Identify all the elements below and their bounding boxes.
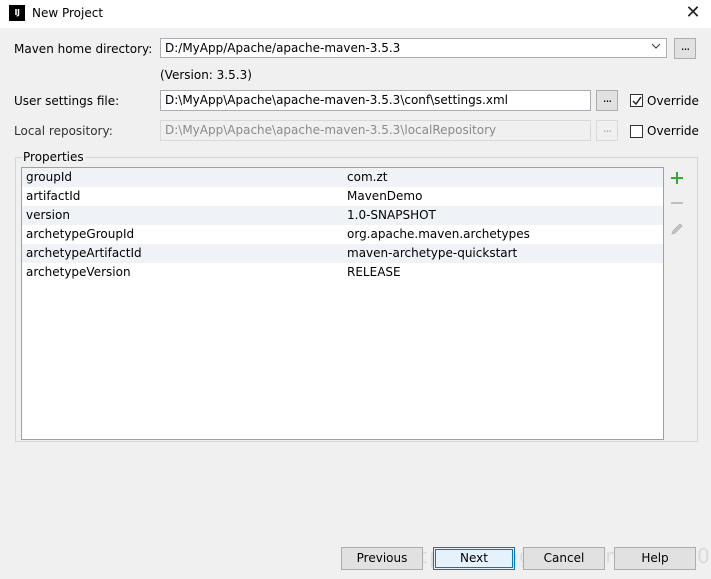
table-row[interactable]: artifactId MavenDemo <box>22 187 663 206</box>
property-value: MavenDemo <box>347 189 423 203</box>
table-row[interactable]: groupId com.zt <box>22 168 663 187</box>
window-title: New Project <box>32 6 104 20</box>
property-value: org.apache.maven.archetypes <box>347 227 530 241</box>
plus-icon[interactable] <box>667 171 687 191</box>
user-settings-field[interactable]: D:\MyApp\Apache\apache-maven-3.5.3\conf\… <box>160 90 591 111</box>
property-value: maven-archetype-quickstart <box>347 246 518 260</box>
table-row[interactable]: archetypeGroupId org.apache.maven.archet… <box>22 225 663 244</box>
minus-icon[interactable] <box>667 196 687 216</box>
property-value: com.zt <box>347 170 388 184</box>
close-icon[interactable]: ✕ <box>681 2 705 26</box>
previous-button-label: Previous <box>356 551 408 565</box>
maven-home-browse-button[interactable]: ... <box>674 38 696 59</box>
local-repo-label: Local repository: <box>14 124 113 138</box>
table-row[interactable]: version 1.0-SNAPSHOT <box>22 206 663 225</box>
property-key: archetypeArtifactId <box>26 246 142 260</box>
maven-home-label-text: Maven home directory: <box>14 42 153 56</box>
maven-version-text: (Version: 3.5.3) <box>160 68 252 82</box>
previous-button[interactable]: Previous <box>341 547 423 570</box>
title-bar: IJ New Project ✕ <box>0 0 711 28</box>
cancel-button-label: Cancel <box>543 551 585 565</box>
next-button[interactable]: Next <box>433 547 515 570</box>
maven-home-combobox[interactable]: D:/MyApp/Apache/apache-maven-3.5.3 <box>160 38 667 58</box>
properties-title: Properties <box>22 150 85 164</box>
local-repo-field[interactable]: D:\MyApp\Apache\apache-maven-3.5.3\local… <box>160 120 591 141</box>
property-key: archetypeVersion <box>26 265 131 279</box>
intellij-app-icon: IJ <box>9 5 25 21</box>
help-button-label: Help <box>641 551 669 565</box>
user-settings-label: User settings file: <box>14 94 120 108</box>
property-value: RELEASE <box>347 265 401 279</box>
property-key: version <box>26 208 70 222</box>
user-settings-value: D:\MyApp\Apache\apache-maven-3.5.3\conf\… <box>165 93 508 107</box>
checkmark-icon <box>632 96 642 106</box>
properties-table[interactable]: groupId com.zt artifactId MavenDemo vers… <box>21 167 664 440</box>
local-repo-override-checkbox[interactable] <box>630 125 643 138</box>
user-settings-override-checkbox[interactable] <box>630 94 643 107</box>
property-key: archetypeGroupId <box>26 227 135 241</box>
user-settings-override-label: Override <box>647 94 699 108</box>
property-value: 1.0-SNAPSHOT <box>347 208 436 222</box>
help-button[interactable]: Help <box>614 547 696 570</box>
property-key: groupId <box>26 170 73 184</box>
chevron-down-icon[interactable] <box>649 39 663 57</box>
cancel-button[interactable]: Cancel <box>523 547 605 570</box>
table-row[interactable]: archetypeVersion RELEASE <box>22 263 663 282</box>
maven-home-value: D:/MyApp/Apache/apache-maven-3.5.3 <box>165 41 401 55</box>
next-button-label: Next <box>460 551 488 565</box>
table-row[interactable]: archetypeArtifactId maven-archetype-quic… <box>22 244 663 263</box>
property-key: artifactId <box>26 189 81 203</box>
pencil-icon[interactable] <box>667 222 687 242</box>
local-repo-override-label: Override <box>647 124 699 138</box>
maven-home-label: Maven home directory: <box>14 42 152 56</box>
local-repo-value: D:\MyApp\Apache\apache-maven-3.5.3\local… <box>165 123 497 137</box>
local-repo-browse-button[interactable]: ... <box>596 120 618 141</box>
user-settings-browse-button[interactable]: ... <box>596 90 618 111</box>
